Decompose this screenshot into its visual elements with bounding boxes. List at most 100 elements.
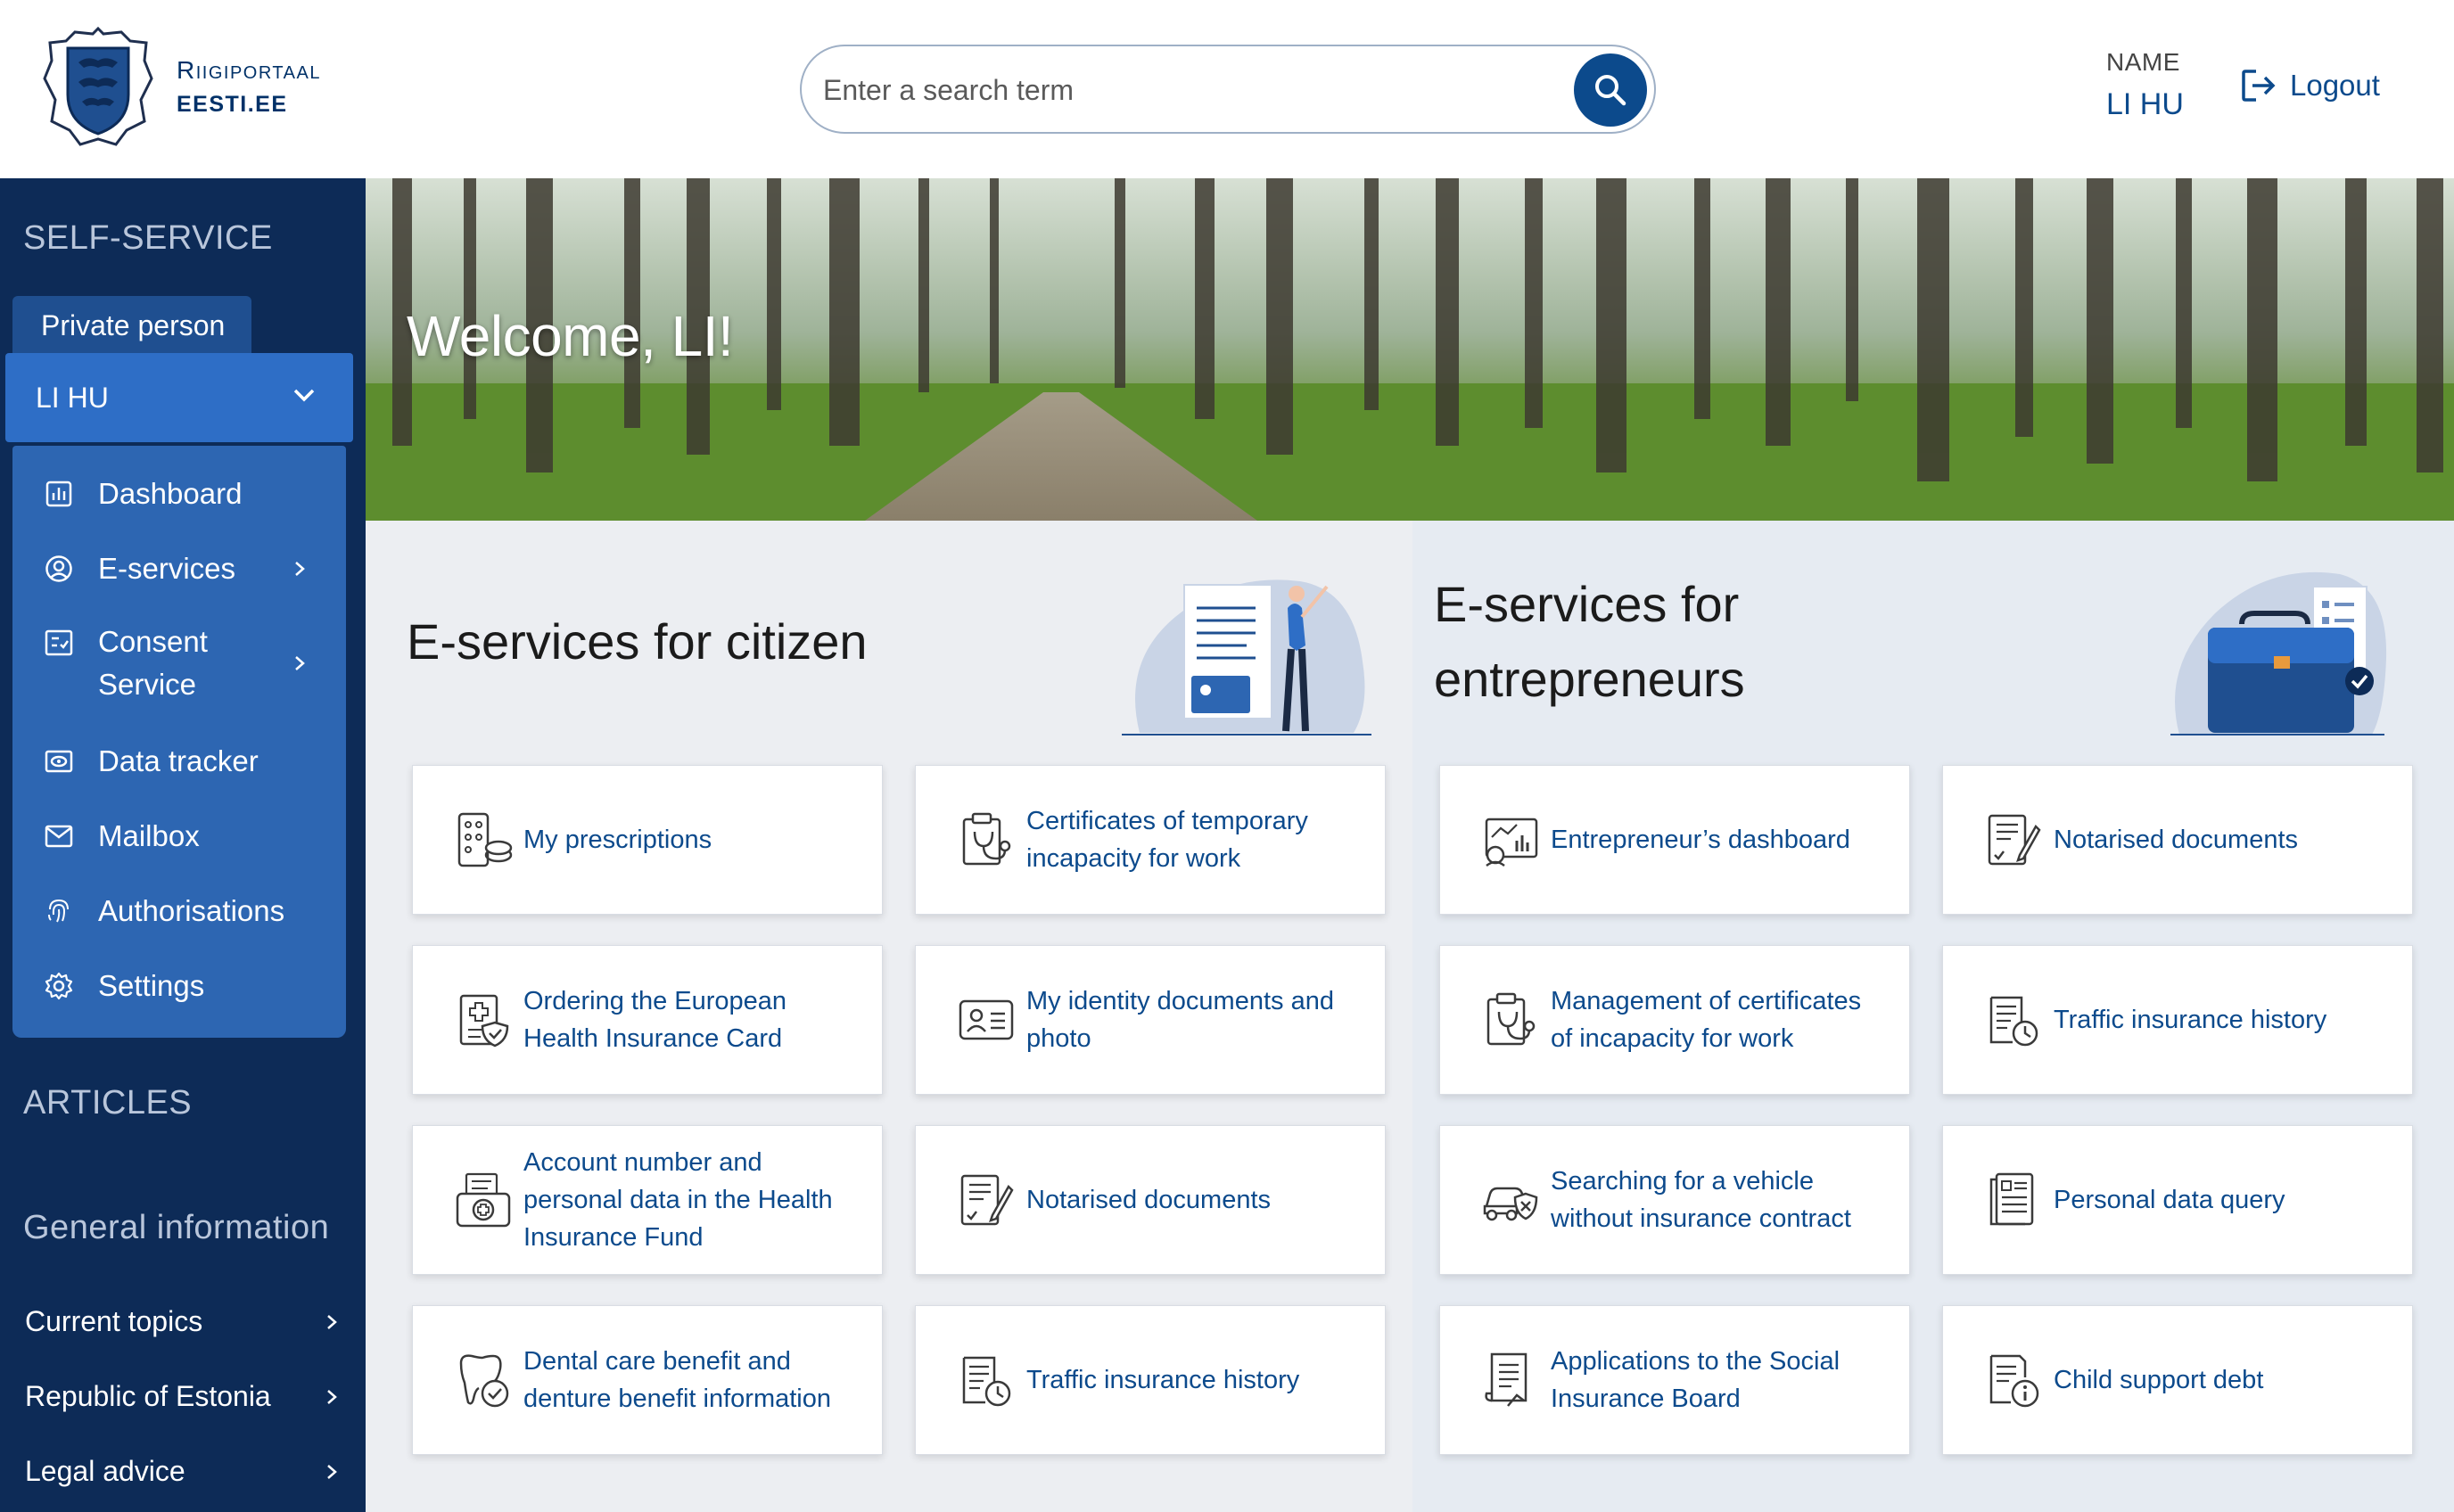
briefcase-illustration [2170,571,2387,735]
card-line: personal data in the Health [523,1186,833,1214]
menu-item-consent-service[interactable]: Consent Service [12,620,346,706]
article-label: Current topics [25,1305,203,1337]
service-card-label: My identity documents and photo [1026,982,1334,1057]
entrepreneur-title-line: entrepreneurs [1434,651,1745,707]
person-select[interactable]: LI HU [5,353,353,442]
entrepreneur-section-title: E-services for entrepreneurs [1434,567,1745,717]
entrepreneur-title-line: E-services for [1434,576,1740,632]
clipboard-stethoscope-icon [1486,992,1536,1046]
card-line: Searching for a vehicle [1551,1167,1814,1196]
sidebar: SELF-SERVICE Private person LI HU Dashbo… [0,178,366,1512]
card-line: Management of certificates [1551,987,1862,1015]
logout-label: Logout [2290,69,2380,102]
user-name[interactable]: LI HU [2106,87,2184,122]
service-card-entre-traffic-insurance[interactable]: Traffic insurance history [1942,945,2413,1095]
service-card-label: Traffic insurance history [1026,1361,1299,1399]
id-card-icon [959,999,1014,1040]
chevron-right-icon [327,1464,337,1479]
document-info-icon [1989,1354,2039,1408]
service-card-label: Applications to the Social Insurance Boar… [1551,1343,1840,1418]
service-card-entrepreneurs-dashboard[interactable]: Entrepreneur’s dashboard [1439,765,1910,915]
service-card-social-insurance-applications[interactable]: Applications to the Social Insurance Boar… [1439,1305,1910,1455]
card-line: Account number and [523,1148,762,1177]
self-service-menu: Dashboard E-services Consent Service Data… [12,446,346,1038]
menu-label-dashboard: Dashboard [98,477,243,510]
tooth-icon [459,1354,509,1408]
card-line: Notarised documents [1026,1186,1272,1214]
application-document-icon [1485,1352,1528,1407]
data-tracker-icon [45,750,73,773]
service-card-label: Notarised documents [1026,1181,1271,1219]
menu-label-authorisations: Authorisations [98,894,285,927]
service-card-personal-data-query[interactable]: Personal data query [1942,1125,2413,1275]
search-button[interactable] [1574,53,1647,127]
person-select-value: LI HU [36,382,109,414]
menu-label-mailbox: Mailbox [98,819,200,852]
user-circle-icon [45,555,72,582]
service-card-label: My prescriptions [523,821,712,859]
service-card-notarised-documents[interactable]: Notarised documents [915,1125,1386,1275]
service-card-european-health-card[interactable]: Ordering the European Health Insurance Ca… [412,945,883,1095]
menu-item-data-tracker[interactable]: Data tracker [12,740,346,783]
service-card-label: Management of certificates of incapacity … [1551,982,1861,1057]
chevron-right-icon [295,562,305,576]
chevron-right-icon [295,656,305,670]
logout-button[interactable]: Logout [2240,68,2380,103]
citizen-section-title: E-services for citizen [407,613,868,670]
site-logo[interactable]: Riigiportaal EESTI.EE [41,25,321,150]
service-card-vehicle-without-insurance[interactable]: Searching for a vehicle without insurance… [1439,1125,1910,1275]
citizen-services-section: E-services for citizen My prescriptions … [366,521,1412,1512]
menu-item-mailbox[interactable]: Mailbox [12,815,346,858]
consent-icon [45,629,73,656]
prescription-icon [457,812,513,867]
menu-label-e-services: E-services [98,552,236,585]
service-card-my-prescriptions[interactable]: My prescriptions [412,765,883,915]
article-item-legal-advice[interactable]: Legal advice [25,1455,337,1488]
service-card-label: Dental care benefit and denture benefit i… [523,1343,831,1418]
chevron-right-icon [327,1314,337,1329]
card-line: Entrepreneur’s dashboard [1551,826,1850,854]
card-line: Personal data query [2054,1186,2285,1214]
menu-item-authorisations[interactable]: Authorisations [12,890,346,933]
service-card-traffic-insurance-history[interactable]: Traffic insurance history [915,1305,1386,1455]
card-line: Certificates of temporary [1026,807,1308,835]
user-name-label: NAME [2106,48,2180,76]
article-label: Republic of Estonia [25,1380,271,1412]
service-card-health-insurance-account[interactable]: Account number and personal data in the H… [412,1125,883,1275]
document-clock-icon [962,1356,1011,1407]
service-card-child-support-debt[interactable]: Child support debt [1942,1305,2413,1455]
service-card-dental-care-benefit[interactable]: Dental care benefit and denture benefit i… [412,1305,883,1455]
card-line: Traffic insurance history [2054,1006,2327,1034]
hero-banner: Welcome, LI! [366,178,2454,521]
dashboard-chart-icon [1485,818,1538,867]
service-card-entre-notarised-documents[interactable]: Notarised documents [1942,765,2413,915]
service-card-label: Account number and personal data in the H… [523,1144,833,1256]
service-card-label: Traffic insurance history [2054,1001,2326,1039]
article-item-republic-of-estonia[interactable]: Republic of Estonia [25,1380,337,1413]
menu-item-dashboard[interactable]: Dashboard [12,472,346,515]
service-card-management-certificates[interactable]: Management of certificates of incapacity … [1439,945,1910,1095]
service-card-label: Personal data query [2054,1181,2285,1219]
menu-item-e-services[interactable]: E-services [12,547,346,590]
card-line: Insurance Board [1551,1385,1741,1413]
card-line: Notarised documents [2054,826,2299,854]
card-line: Insurance Fund [523,1223,704,1252]
service-card-identity-documents[interactable]: My identity documents and photo [915,945,1386,1095]
user-info: NAME LI HU [2106,48,2184,122]
search-input[interactable] [823,68,1554,112]
data-query-icon [1989,1172,2034,1226]
clipboard-stethoscope-icon [962,812,1011,866]
signed-document-icon [960,1174,1014,1226]
menu-item-settings[interactable]: Settings [12,965,346,1007]
article-item-current-topics[interactable]: Current topics [25,1305,337,1338]
service-card-certificates-incapacity[interactable]: Certificates of temporary incapacity for … [915,765,1386,915]
card-line: Traffic insurance history [1026,1366,1300,1394]
health-card-icon [459,994,509,1048]
private-person-tab[interactable]: Private person [12,296,251,355]
document-clock-icon [1989,996,2038,1047]
menu-label-data-tracker: Data tracker [98,744,259,777]
articles-title: ARTICLES [23,1084,193,1122]
dashboard-icon [45,481,72,507]
general-information-title: General information [23,1209,330,1246]
service-card-label: Searching for a vehicle without insurance… [1551,1163,1851,1237]
